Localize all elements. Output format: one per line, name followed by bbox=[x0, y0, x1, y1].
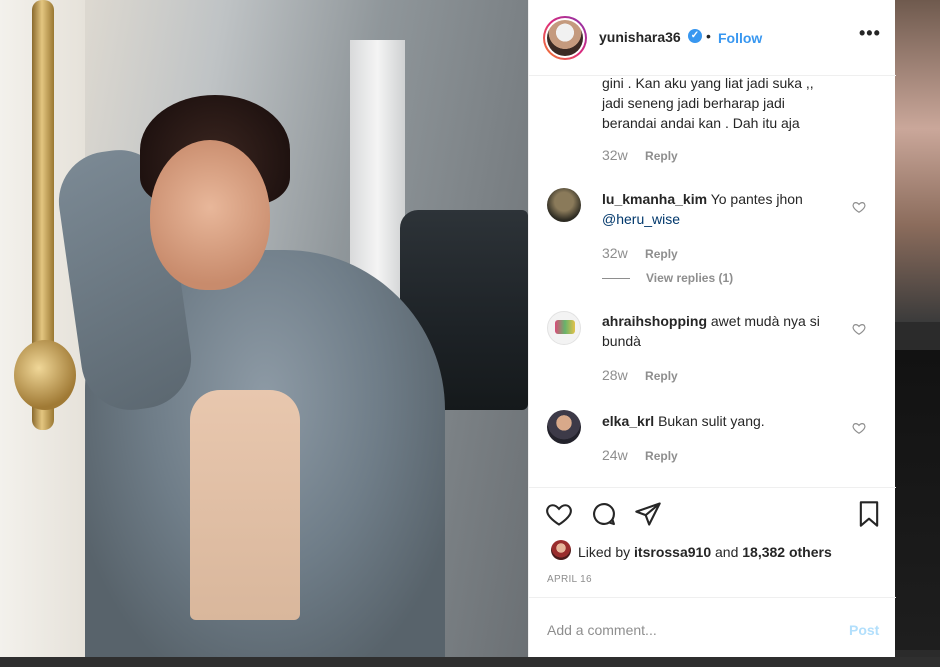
comment-text: elka_krl Bukan sulit yang. bbox=[602, 411, 842, 431]
reply-button[interactable]: Reply bbox=[645, 247, 678, 261]
comment-avatar[interactable] bbox=[547, 311, 581, 345]
comment-text: gini . Kan aku yang liat jadi suka ,, ja… bbox=[602, 77, 862, 133]
comment-body: Bukan sulit yang. bbox=[658, 413, 765, 429]
comment-username[interactable]: elka_krl bbox=[602, 413, 654, 429]
like-comment-heart-icon[interactable] bbox=[852, 322, 866, 336]
post-actions: Liked by itsrossa910 and 18,382 others A… bbox=[529, 487, 896, 597]
background-photo-peek-lower bbox=[895, 350, 940, 650]
comments-list[interactable]: gini . Kan aku yang liat jadi suka ,, ja… bbox=[529, 77, 896, 486]
liked-by-and: and bbox=[715, 544, 739, 560]
comment-line: gini . Kan aku yang liat jadi suka ,, bbox=[602, 77, 814, 91]
like-comment-heart-icon[interactable] bbox=[852, 421, 866, 435]
comment-age[interactable]: 32w bbox=[602, 147, 628, 163]
like-comment-heart-icon[interactable] bbox=[852, 200, 866, 214]
post-photo[interactable] bbox=[0, 0, 528, 657]
avatar-image bbox=[547, 20, 583, 56]
comment-age[interactable]: 24w bbox=[602, 447, 628, 463]
liked-by-prefix: Liked by bbox=[578, 544, 631, 560]
view-replies-button[interactable]: View replies (1) bbox=[646, 271, 733, 285]
follow-button[interactable]: Follow bbox=[718, 30, 762, 46]
shop-logo-icon bbox=[555, 320, 575, 334]
liked-by-text: Liked by itsrossa910 and 18,382 others bbox=[578, 544, 832, 560]
background-bottom bbox=[0, 657, 940, 667]
post-comment-button[interactable]: Post bbox=[849, 622, 879, 638]
add-comment-bar: Add a comment... Post bbox=[529, 597, 896, 657]
comment-meta: 24w Reply bbox=[602, 447, 678, 463]
more-options-icon[interactable]: ••• bbox=[859, 23, 881, 44]
comment-line: berandai andai kan . Dah itu aja bbox=[602, 115, 800, 131]
avatar-inner bbox=[545, 18, 585, 58]
comment-username[interactable]: ahraihshopping bbox=[602, 313, 707, 329]
comment-meta: 32w Reply bbox=[602, 147, 678, 163]
comment-age[interactable]: 28w bbox=[602, 367, 628, 383]
comment-text: lu_kmanha_kim Yo pantes jhon @heru_wise bbox=[602, 189, 842, 229]
photo-door-knob bbox=[14, 340, 76, 410]
comment-text: ahraihshopping awet mudà nya si bundà bbox=[602, 311, 842, 351]
comment-username[interactable]: lu_kmanha_kim bbox=[602, 191, 707, 207]
like-heart-icon[interactable] bbox=[545, 500, 573, 528]
comment-body-cont: bundà bbox=[602, 333, 641, 349]
photo-shirt bbox=[190, 390, 300, 620]
comment-body: Yo pantes jhon bbox=[710, 191, 803, 207]
view-replies-line bbox=[602, 278, 630, 279]
separator-dot: • bbox=[706, 28, 711, 44]
profile-avatar[interactable] bbox=[543, 16, 587, 60]
background-peek bbox=[895, 0, 940, 667]
reply-button[interactable]: Reply bbox=[645, 369, 678, 383]
likes-count[interactable]: 18,382 others bbox=[742, 544, 832, 560]
reply-button[interactable]: Reply bbox=[645, 149, 678, 163]
comment-body: awet mudà nya si bbox=[710, 313, 820, 329]
comment-avatar[interactable] bbox=[547, 188, 581, 222]
liked-by-user[interactable]: itsrossa910 bbox=[634, 544, 711, 560]
comment-line: jadi seneng jadi berharap jadi bbox=[602, 95, 785, 111]
save-bookmark-icon[interactable] bbox=[855, 500, 883, 528]
verified-badge-icon: ✓ bbox=[688, 29, 702, 43]
comment-bubble-icon[interactable] bbox=[590, 500, 618, 528]
post-date[interactable]: APRIL 16 bbox=[547, 574, 592, 585]
comment-age[interactable]: 32w bbox=[602, 245, 628, 261]
reply-button[interactable]: Reply bbox=[645, 449, 678, 463]
comment-meta: 32w Reply bbox=[602, 245, 678, 261]
post-header: yunishara36 ✓ • Follow ••• bbox=[529, 0, 896, 76]
comment-mention[interactable]: @heru_wise bbox=[602, 211, 680, 227]
comment-meta: 28w Reply bbox=[602, 367, 678, 383]
photo-face bbox=[150, 140, 270, 290]
add-comment-input[interactable]: Add a comment... bbox=[547, 622, 657, 638]
post-side-panel: yunishara36 ✓ • Follow ••• gini . Kan ak… bbox=[528, 0, 896, 657]
post-username[interactable]: yunishara36 bbox=[599, 29, 681, 45]
share-send-icon[interactable] bbox=[634, 500, 662, 528]
background-photo-peek bbox=[895, 0, 940, 322]
comment-avatar[interactable] bbox=[547, 410, 581, 444]
liked-by-avatar[interactable] bbox=[551, 540, 571, 560]
